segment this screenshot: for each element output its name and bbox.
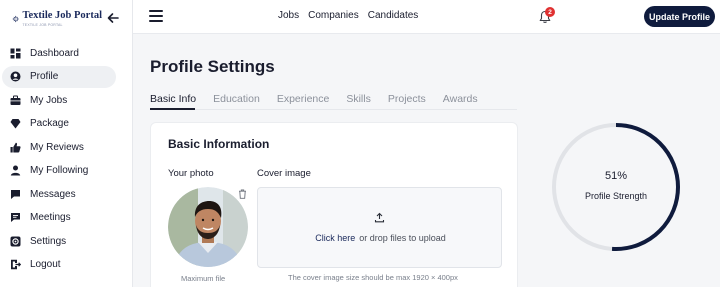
tab-experience[interactable]: Experience <box>277 93 330 105</box>
sidebar-item-dashboard[interactable]: Dashboard <box>2 42 116 64</box>
sidebar-item-label: Meetings <box>30 212 71 223</box>
sidebar-item-label: My Reviews <box>30 141 84 153</box>
card-title: Basic Information <box>168 137 270 151</box>
profile-strength-ring <box>552 123 680 251</box>
sidebar-item-my-reviews[interactable]: My Reviews <box>2 136 116 158</box>
sidebar-item-my-following[interactable]: My Following <box>2 160 116 182</box>
photo-label: Your photo <box>168 168 214 179</box>
sidebar-item-label: My Following <box>30 165 89 176</box>
click-here-link[interactable]: Click here <box>315 233 355 243</box>
profile-strength-percent: 51% <box>604 170 628 182</box>
cover-image-label: Cover image <box>257 168 311 179</box>
tab-education[interactable]: Education <box>213 93 260 105</box>
page-title: Profile Settings <box>150 57 275 76</box>
user-circle-icon <box>10 71 21 82</box>
tab-projects[interactable]: Projects <box>388 93 426 105</box>
nav-link-candidates[interactable]: Candidates <box>368 10 419 21</box>
nav-link-companies[interactable]: Companies <box>308 10 359 21</box>
notification-badge: 2 <box>545 7 555 17</box>
drop-instruction: or drop files to upload <box>359 233 446 243</box>
chat-icon <box>10 189 21 200</box>
active-tab-indicator <box>150 108 195 110</box>
flag-message-icon <box>10 212 21 223</box>
dropzone-text: Click here or drop files to upload <box>258 233 503 243</box>
tab-skills[interactable]: Skills <box>346 93 371 105</box>
profile-tabs: Basic Info Education Experience Skills P… <box>150 93 495 105</box>
sidebar-item-label: Settings <box>30 235 67 247</box>
tab-awards[interactable]: Awards <box>443 93 478 105</box>
sidebar-item-label: My Jobs <box>30 94 68 106</box>
brand-logo-mark <box>12 15 20 23</box>
update-profile-button[interactable]: Update Profile <box>644 6 715 27</box>
sidebar-item-meetings[interactable]: Meetings <box>2 207 116 229</box>
person-icon <box>10 165 21 176</box>
basic-info-card: Basic Information Your photo Cover image… <box>150 122 518 287</box>
tabs-divider <box>150 109 517 110</box>
cover-image-dropzone[interactable]: Click here or drop files to upload <box>257 187 502 268</box>
diamond-icon <box>10 118 21 129</box>
briefcase-icon <box>10 95 21 106</box>
menu-icon[interactable] <box>149 10 163 22</box>
sidebar-item-profile[interactable]: Profile <box>2 65 116 88</box>
profile-strength-label: Profile Strength <box>584 191 648 201</box>
sidebar-item-my-jobs[interactable]: My Jobs <box>2 89 116 111</box>
brand-logo[interactable]: Textile Job Portal TEXTILE JOB PORTAL <box>12 8 102 30</box>
sidebar-item-label: Messages <box>30 188 76 200</box>
gear-icon <box>10 236 21 247</box>
sidebar-item-label: Logout <box>30 259 61 270</box>
photo-size-hint: Maximum file <box>181 274 226 283</box>
sidebar-nav: Dashboard Profile My Jobs Package My Rev… <box>0 42 133 277</box>
brand-tagline: TEXTILE JOB PORTAL <box>22 22 63 27</box>
sidebar-item-messages[interactable]: Messages <box>2 183 116 205</box>
top-nav: Jobs Companies Candidates <box>278 10 427 21</box>
sidebar-item-logout[interactable]: Logout <box>2 254 116 276</box>
sidebar-item-settings[interactable]: Settings <box>2 230 116 252</box>
collapse-sidebar-icon[interactable] <box>106 11 120 25</box>
thumbs-up-icon <box>10 142 21 153</box>
sidebar-item-label: Package <box>30 118 69 129</box>
tab-basic-info[interactable]: Basic Info <box>150 93 196 105</box>
upload-icon <box>374 212 385 223</box>
cover-size-hint: The cover image size should be max 1920 … <box>288 273 458 282</box>
delete-photo-icon[interactable] <box>238 189 247 199</box>
sidebar: Textile Job Portal TEXTILE JOB PORTAL Da… <box>0 0 133 287</box>
sidebar-item-package[interactable]: Package <box>2 113 116 135</box>
dashboard-icon <box>10 48 21 59</box>
sidebar-item-label: Dashboard <box>30 47 79 59</box>
brand-title: Textile Job Portal <box>22 10 102 21</box>
sidebar-item-label: Profile <box>30 71 59 82</box>
logout-icon <box>10 259 21 270</box>
profile-photo[interactable] <box>168 187 248 267</box>
top-header: Jobs Companies Candidates 2 Update Profi… <box>133 0 720 34</box>
nav-link-jobs[interactable]: Jobs <box>278 10 299 21</box>
